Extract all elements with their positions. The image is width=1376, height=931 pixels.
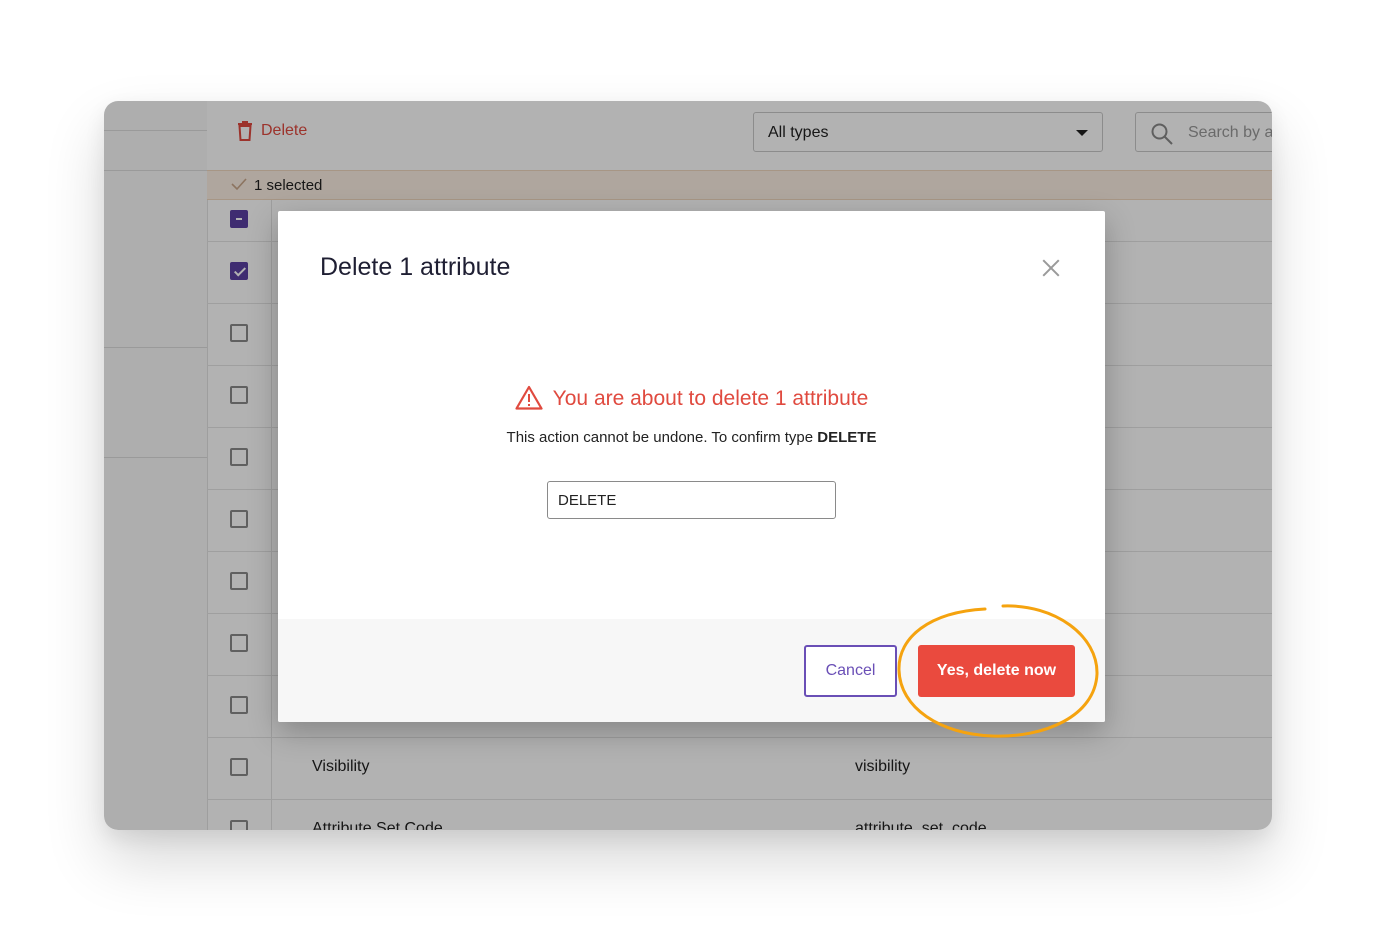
cancel-button[interactable]: Cancel: [804, 645, 897, 697]
confirm-input[interactable]: [547, 481, 836, 519]
warning-icon: [515, 385, 543, 410]
confirm-delete-button[interactable]: Yes, delete now: [918, 645, 1075, 697]
dialog-footer: Cancel Yes, delete now: [278, 619, 1105, 722]
delete-dialog: Delete 1 attribute You are about to dele…: [278, 211, 1105, 722]
app-window: Delete All types Search by a 1 selected: [104, 101, 1272, 830]
dialog-title: Delete 1 attribute: [320, 253, 511, 281]
confirm-keyword: DELETE: [817, 429, 877, 446]
instructions-text: This action cannot be undone. To confirm…: [506, 429, 814, 446]
warning-text: You are about to delete 1 attribute: [552, 387, 869, 410]
warning-message: You are about to delete 1 attribute: [278, 385, 1105, 411]
confirm-instructions: This action cannot be undone. To confirm…: [278, 429, 1105, 446]
close-icon[interactable]: [1040, 257, 1062, 279]
